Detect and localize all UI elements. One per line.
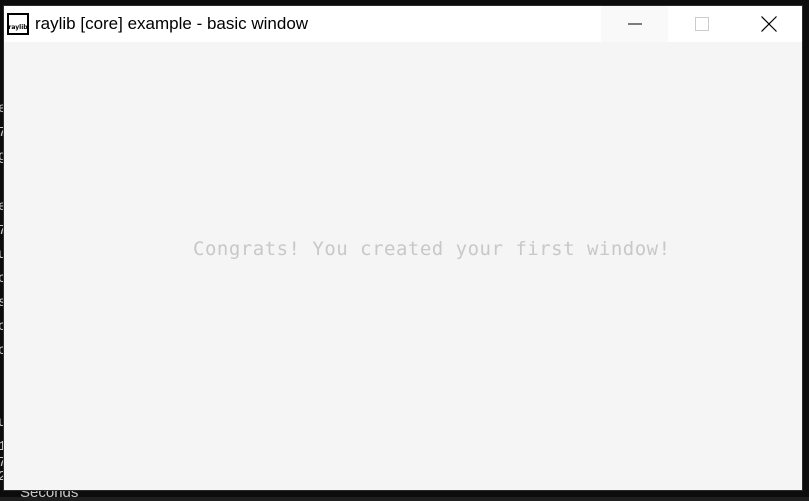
title-bar[interactable]: raylib raylib [core] example - basic win… — [4, 6, 802, 42]
congrats-message: Congrats! You created your first window! — [193, 238, 671, 260]
minimize-button[interactable] — [601, 6, 668, 42]
maximize-button[interactable] — [668, 6, 735, 42]
app-window[interactable]: raylib raylib [core] example - basic win… — [3, 5, 803, 491]
window-canvas[interactable]: Congrats! You created your first window! — [4, 42, 802, 490]
close-button[interactable] — [735, 6, 802, 42]
window-controls — [601, 6, 802, 42]
window-title: raylib [core] example - basic window — [35, 14, 309, 33]
close-icon — [760, 16, 777, 32]
raylib-logo-icon: raylib — [7, 13, 29, 35]
minimize-icon — [627, 23, 642, 25]
maximize-icon — [694, 17, 709, 31]
